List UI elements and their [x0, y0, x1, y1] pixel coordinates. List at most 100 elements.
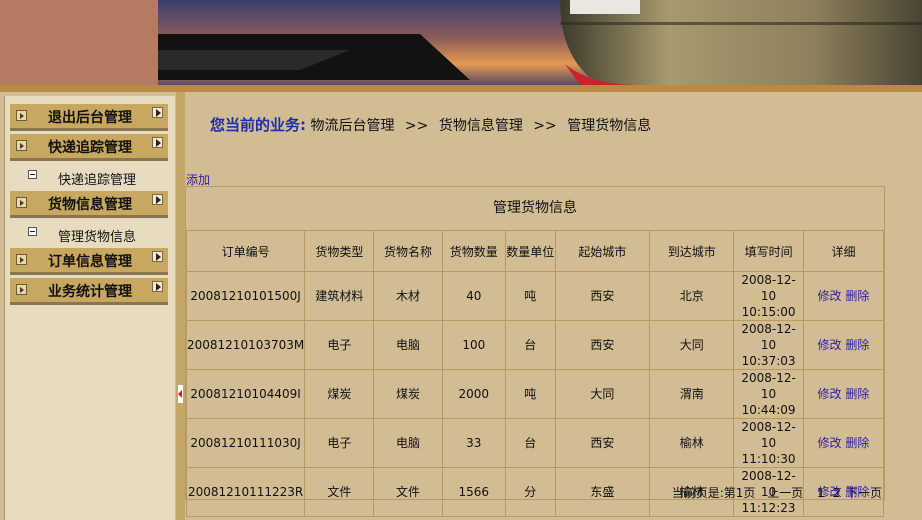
cell-unit: 分 [505, 467, 556, 517]
sidebar-item-cargo-info[interactable]: 货物信息管理 [10, 191, 168, 218]
cell-datetime: 2008-12-10 10:37:03 [733, 320, 804, 370]
sidebar-item-order-info[interactable]: 订单信息管理 [10, 248, 168, 275]
pager-next-link[interactable]: 下一页 [846, 486, 882, 500]
table-row: 20081210103703M 电子 电脑 100 台西安 大同 2008-12-10 10:… [185, 320, 885, 370]
table-row: 20081210101500J 建筑材料 木材 40 吨西安 北京 2008-12-10 10… [185, 271, 885, 321]
play-icon [16, 110, 27, 121]
submenu-link-manage-cargo[interactable]: 管理货物信息 [58, 226, 136, 245]
cell-time: 11:10:30 [741, 452, 796, 466]
submenu-express-tracking: 快递追踪管理 [10, 164, 168, 191]
collapse-sidebar-handle[interactable] [178, 385, 183, 403]
column-header: 详细 [802, 230, 885, 272]
cell-type: 文件 [304, 467, 375, 517]
cell-from: 西安 [554, 418, 651, 468]
cargo-table-panel: 管理货物信息 订单编号 货物类型 货物名称 货物数量 数量单位 起始城市 到达城… [185, 186, 885, 517]
cell-actions: 修改 删除 [802, 369, 885, 419]
cell-type: 建筑材料 [304, 271, 375, 321]
column-header: 数量单位 [505, 230, 556, 272]
expand-arrow-icon[interactable] [152, 137, 163, 148]
delete-link[interactable]: 删除 [845, 289, 869, 303]
delete-link[interactable]: 删除 [845, 436, 869, 450]
cell-from: 西安 [554, 271, 651, 321]
cell-date: 2008-12-10 [741, 420, 796, 450]
column-header: 货物类型 [304, 230, 375, 272]
breadcrumb-item: 管理货物信息 [567, 118, 652, 134]
cell-type: 煤炭 [304, 369, 375, 419]
column-header: 货物名称 [373, 230, 443, 272]
expand-arrow-icon[interactable] [152, 251, 163, 262]
submenu-cargo-info: 管理货物信息 [10, 221, 168, 248]
cell-to: 渭南 [649, 369, 735, 419]
edit-link[interactable]: 修改 [818, 338, 842, 352]
collapse-minus-icon[interactable] [28, 227, 37, 236]
pager-page-link[interactable]: 1 [817, 486, 825, 500]
ship-banner-image [0, 0, 922, 85]
expand-arrow-icon[interactable] [152, 107, 163, 118]
cell-unit: 台 [505, 418, 556, 468]
cell-name: 电脑 [373, 320, 443, 370]
sidebar-item-business-stats[interactable]: 业务统计管理 [10, 278, 168, 305]
table-title: 管理货物信息 [186, 187, 884, 231]
edit-link[interactable]: 修改 [818, 436, 842, 450]
table-row: 20081210104409I 煤炭 煤炭 2000 吨大同 渭南 2008-12-10 10… [185, 369, 885, 419]
sidebar-menu: 退出后台管理 快递追踪管理 快递追踪管理 货物信息管理 管理货物信息 订单信息管… [10, 104, 168, 308]
cell-to: 北京 [649, 271, 735, 321]
breadcrumb-separator: >> [404, 118, 429, 134]
play-icon [16, 197, 27, 208]
cell-qty: 40 [441, 271, 507, 321]
pager-prev-link[interactable]: 上一页 [767, 486, 803, 500]
breadcrumb-item: 物流后台管理 [310, 118, 395, 134]
expand-arrow-icon[interactable] [152, 281, 163, 292]
edit-link[interactable]: 修改 [818, 289, 842, 303]
cell-qty: 2000 [441, 369, 507, 419]
collapse-minus-icon[interactable] [28, 170, 37, 179]
sidebar-item-logout[interactable]: 退出后台管理 [10, 104, 168, 131]
cell-datetime: 2008-12-10 11:10:30 [733, 418, 804, 468]
cell-date: 2008-12-10 [741, 322, 796, 352]
sidebar-item-express-tracking[interactable]: 快递追踪管理 [10, 134, 168, 161]
cell-type: 电子 [304, 418, 375, 468]
submenu-link-express-tracking[interactable]: 快递追踪管理 [58, 169, 136, 188]
cell-time: 10:44:09 [741, 403, 796, 417]
column-header: 填写时间 [733, 230, 804, 272]
cell-date: 2008-12-10 [741, 371, 796, 401]
cell-unit: 台 [505, 320, 556, 370]
column-header: 起始城市 [554, 230, 651, 272]
cell-datetime: 2008-12-10 10:44:09 [733, 369, 804, 419]
cell-actions: 修改 删除 [802, 418, 885, 468]
cell-actions: 修改 删除 [802, 271, 885, 321]
expand-arrow-icon[interactable] [152, 194, 163, 205]
cell-unit: 吨 [505, 271, 556, 321]
banner-divider [0, 85, 922, 92]
play-icon [16, 140, 27, 151]
cell-date: 2008-12-10 [741, 273, 796, 303]
pager-current: 当前页是:第1页 [671, 486, 756, 500]
edit-link[interactable]: 修改 [818, 387, 842, 401]
column-header: 到达城市 [649, 230, 735, 272]
breadcrumb: 您当前的业务: 物流后台管理 >> 货物信息管理 >> 管理货物信息 [210, 114, 651, 135]
cell-id: 20081210104409I [185, 369, 306, 419]
pager-page-link[interactable]: 2 [833, 486, 841, 500]
play-icon [16, 254, 27, 265]
breadcrumb-label: 您当前的业务: [210, 116, 306, 134]
column-header: 货物数量 [441, 230, 507, 272]
cell-name: 文件 [373, 467, 443, 517]
cell-type: 电子 [304, 320, 375, 370]
sidebar-splitter [176, 92, 185, 520]
cell-name: 电脑 [373, 418, 443, 468]
cell-qty: 1566 [441, 467, 507, 517]
table-header-row: 订单编号 货物类型 货物名称 货物数量 数量单位 起始城市 到达城市 填写时间 … [185, 230, 885, 272]
cell-time: 11:12:23 [741, 501, 796, 515]
cell-from: 西安 [554, 320, 651, 370]
delete-link[interactable]: 删除 [845, 338, 869, 352]
cell-datetime: 2008-12-10 10:15:00 [733, 271, 804, 321]
cell-from: 大同 [554, 369, 651, 419]
delete-link[interactable]: 删除 [845, 387, 869, 401]
pagination: 当前页是:第1页 上一页 1 2 下一页 [668, 484, 882, 501]
cell-actions: 修改 删除 [802, 320, 885, 370]
cell-time: 10:15:00 [741, 305, 796, 319]
cell-to: 榆林 [649, 418, 735, 468]
cell-id: 20081210111030J [185, 418, 306, 468]
header-banner [0, 0, 922, 85]
cell-id: 20081210111223R [185, 467, 306, 517]
